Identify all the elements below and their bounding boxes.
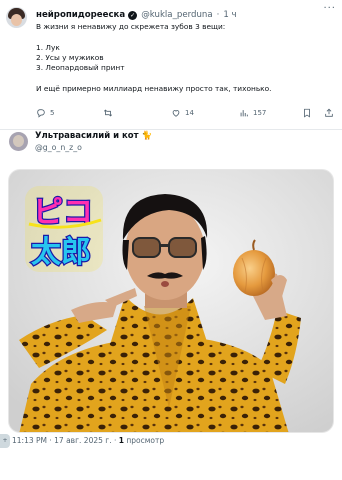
divider <box>0 129 342 130</box>
tweet-actions: 5 14 157 <box>36 108 336 120</box>
reply-count: 5 <box>50 109 55 117</box>
views-action[interactable]: 157 <box>239 108 266 118</box>
share-icon <box>325 108 333 117</box>
reply-footer: 11:13 PM · 17 авг. 2025 г. · 1 просмотр <box>12 436 164 445</box>
tweet-line <box>36 73 336 83</box>
tweet-line: 2. Усы у мужиков <box>36 52 104 62</box>
author-avatar[interactable] <box>6 7 27 28</box>
retweet-action[interactable] <box>103 108 117 118</box>
post-views-label: просмотр <box>123 436 165 445</box>
meta-separator: · <box>216 10 220 20</box>
pikotaro-logo: ピコ 太郎 <box>25 186 103 272</box>
like-action[interactable]: 14 <box>171 108 194 118</box>
reply-icon <box>37 109 45 118</box>
reply-author-name[interactable]: Ультравасилий и кот 🐈 <box>35 131 152 141</box>
post-timestamp[interactable]: 11:13 PM · 17 авг. 2025 г. · <box>12 436 119 445</box>
reply-author-avatar[interactable] <box>9 132 28 151</box>
retweet-icon <box>103 109 113 117</box>
tweet-line: 3. Леопардовый принт <box>36 63 125 73</box>
tweet-line: В жизни я ненавижу до скрежета зубов 3 в… <box>36 22 226 31</box>
tweet-line: И ещё примерно миллиард ненавижу просто … <box>36 83 272 93</box>
original-tweet[interactable]: нейропидорееска ✓ @kukla_perduna · 1 ч ·… <box>0 0 342 130</box>
like-count: 14 <box>185 109 194 117</box>
pikotaro-photo: ピコ 太郎 <box>9 170 333 432</box>
tweet-thread: нейропидорееска ✓ @kukla_perduna · 1 ч ·… <box>0 0 342 480</box>
tweet-text: В жизни я ненавижу до скрежета зубов 3 в… <box>36 22 336 94</box>
tweet-image[interactable]: ピコ 太郎 <box>8 169 334 433</box>
tweet-line <box>36 32 336 42</box>
tweet-line: 1. Лук <box>36 42 60 52</box>
tweet-time[interactable]: 1 ч <box>223 10 236 20</box>
side-expand-button[interactable]: + <box>0 434 10 448</box>
svg-text:太郎: 太郎 <box>31 235 91 270</box>
reply-author-handle[interactable]: @g_o_n_z_o <box>35 143 82 152</box>
bookmark-action[interactable] <box>302 108 312 118</box>
tweet-header: нейропидорееска ✓ @kukla_perduna · 1 ч <box>36 8 336 22</box>
more-icon[interactable]: ··· <box>323 3 336 14</box>
author-handle[interactable]: @kukla_perduna <box>141 10 212 20</box>
share-action[interactable] <box>324 108 334 118</box>
views-icon <box>240 110 248 117</box>
heart-icon <box>172 110 180 117</box>
verified-icon: ✓ <box>128 10 138 20</box>
views-count: 157 <box>253 109 267 117</box>
bookmark-icon <box>304 108 310 118</box>
author-name[interactable]: нейропидорееска <box>36 10 125 20</box>
reply-action[interactable]: 5 <box>36 108 54 118</box>
